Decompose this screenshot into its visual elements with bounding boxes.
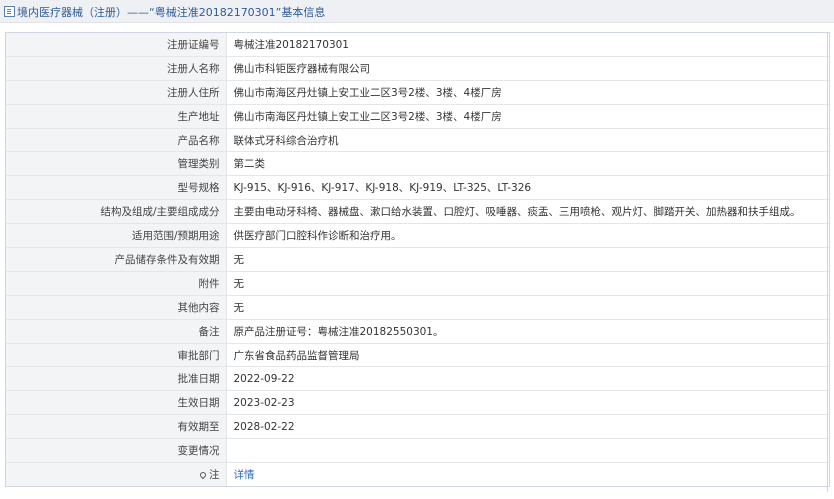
note-value-cell: 详情 xyxy=(226,463,829,486)
document-icon xyxy=(4,6,15,17)
table-row: 附件无 xyxy=(6,271,829,296)
row-value: 佛山市科钜医疗器械有限公司 xyxy=(226,56,829,81)
row-value: 无 xyxy=(226,247,829,272)
row-label: 型号规格 xyxy=(6,175,227,201)
scroll-divider xyxy=(827,32,828,492)
table-row: 注册人住所 佛山市南海区丹灶镇上安工业二区3号2楼、3楼、4楼厂房 xyxy=(6,80,829,105)
table-row: 适用范围/预期用途 供医疗部门口腔科作诊断和治疗用。 xyxy=(6,223,829,249)
row-label: 注册人名称 xyxy=(6,56,227,81)
detail-link[interactable]: 详情 xyxy=(234,469,255,481)
note-label: 注 xyxy=(209,468,220,481)
table-row: 变更情况 xyxy=(6,438,829,464)
row-value xyxy=(226,438,829,464)
row-label: 产品名称 xyxy=(6,128,227,153)
row-value: 供医疗部门口腔科作诊断和治疗用。 xyxy=(226,223,829,249)
table-row: 生效日期 2023-02-23 xyxy=(6,390,829,416)
row-label: 备注 xyxy=(6,319,227,344)
row-value: 2028-02-22 xyxy=(226,414,829,440)
table-row: 其他内容无 xyxy=(6,295,829,320)
table-row: 注册人名称 佛山市科钜医疗器械有限公司 xyxy=(6,56,829,81)
row-value: 第二类 xyxy=(226,151,829,177)
table-row: 批准日期 2022-09-22 xyxy=(6,366,829,392)
row-value: 无 xyxy=(226,271,829,296)
row-value: KJ-915、KJ-916、KJ-917、KJ-918、KJ-919、LT-32… xyxy=(226,175,829,201)
page-title: 境内医疗器械（注册）——“粤械注准20182170301”基本信息 xyxy=(17,6,326,19)
pin-icon xyxy=(198,470,208,480)
row-label: 产品储存条件及有效期 xyxy=(6,247,227,272)
page-header: 境内医疗器械（注册）——“粤械注准20182170301”基本信息 xyxy=(0,0,834,23)
row-value: 无 xyxy=(226,295,829,320)
table-row: 审批部门 广东省食品药品监督管理局 xyxy=(6,343,829,368)
table-row: 产品储存条件及有效期无 xyxy=(6,247,829,272)
row-label: 审批部门 xyxy=(6,343,227,368)
row-label: 适用范围/预期用途 xyxy=(6,223,227,249)
row-value: 原产品注册证号：粤械注准20182550301。 xyxy=(226,319,829,344)
row-label: 注册证编号 xyxy=(6,33,227,57)
row-label: 生效日期 xyxy=(6,390,227,416)
row-label: 批准日期 xyxy=(6,366,227,392)
table-row: 产品名称 联体式牙科综合治疗机 xyxy=(6,128,829,153)
row-value: 主要由电动牙科椅、器械盘、漱口给水装置、口腔灯、吸唾器、痰盂、三用喷枪、观片灯、… xyxy=(226,199,829,225)
note-row: 注 详情 xyxy=(6,462,829,486)
row-value: 佛山市南海区丹灶镇上安工业二区3号2楼、3楼、4楼厂房 xyxy=(226,80,829,105)
row-label: 其他内容 xyxy=(6,295,227,320)
row-label: 注册人住所 xyxy=(6,80,227,105)
row-label: 变更情况 xyxy=(6,438,227,464)
table-row: 型号规格 KJ-915、KJ-916、KJ-917、KJ-918、KJ-919、L… xyxy=(6,175,829,201)
table-row: 结构及组成/主要组成成分 主要由电动牙科椅、器械盘、漱口给水装置、口腔灯、吸唾器、… xyxy=(6,199,829,225)
row-value: 2023-02-23 xyxy=(226,390,829,416)
row-label: 结构及组成/主要组成成分 xyxy=(6,199,227,225)
table-row: 生产地址 佛山市南海区丹灶镇上安工业二区3号2楼、3楼、4楼厂房 xyxy=(6,104,829,129)
row-value: 粤械注准20182170301 xyxy=(226,33,829,57)
row-label: 附件 xyxy=(6,271,227,296)
header-title-wrap: 境内医疗器械（注册）——“粤械注准20182170301”基本信息 xyxy=(4,4,325,20)
row-label: 有效期至 xyxy=(6,414,227,440)
info-table: 注册证编号 粤械注准20182170301 注册人名称 佛山市科钜医疗器械有限公司 … xyxy=(6,33,829,486)
table-row: 管理类别 第二类 xyxy=(6,151,829,177)
info-table-panel: 注册证编号 粤械注准20182170301 注册人名称 佛山市科钜医疗器械有限公司 … xyxy=(5,32,830,487)
row-value: 广东省食品药品监督管理局 xyxy=(226,343,829,368)
row-label: 生产地址 xyxy=(6,104,227,129)
row-label: 管理类别 xyxy=(6,151,227,177)
table-row: 备注 原产品注册证号：粤械注准20182550301。 xyxy=(6,319,829,344)
row-value: 佛山市南海区丹灶镇上安工业二区3号2楼、3楼、4楼厂房 xyxy=(226,104,829,129)
row-value: 联体式牙科综合治疗机 xyxy=(226,128,829,153)
note-label-cell: 注 xyxy=(6,462,227,486)
row-value: 2022-09-22 xyxy=(226,366,829,392)
table-row: 注册证编号 粤械注准20182170301 xyxy=(6,33,829,57)
table-row: 有效期至 2028-02-22 xyxy=(6,414,829,440)
